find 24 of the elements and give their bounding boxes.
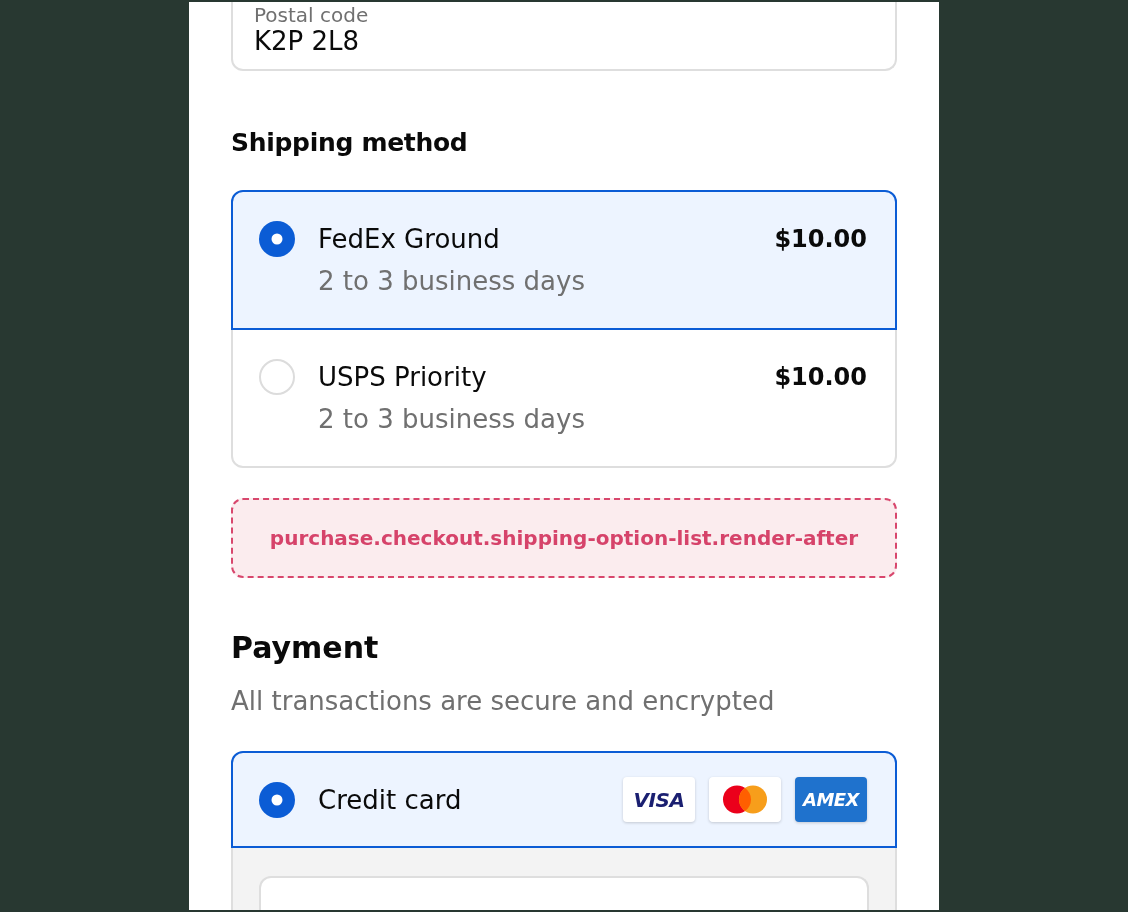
shipping-option[interactable]: USPS Priority 2 to 3 business days $10.00 xyxy=(231,328,897,468)
field-label: Postal code xyxy=(254,4,369,26)
section-subtitle: All transactions are secure and encrypted xyxy=(231,685,775,717)
option-name: FedEx Ground xyxy=(318,224,500,254)
postal-code-field[interactable]: Postal code K2P 2L8 xyxy=(231,2,897,71)
section-heading: Shipping method xyxy=(231,128,468,158)
card-logo: AMEX xyxy=(795,777,867,822)
card-logo: VISA xyxy=(623,777,695,822)
extension-point-notice: purchase.checkout.shipping-option-list.render-after xyxy=(231,498,897,578)
delivery-time: 2 to 3 business days xyxy=(318,404,585,434)
payment-option[interactable]: Credit card VISA AMEX xyxy=(231,751,897,848)
radio-button[interactable] xyxy=(259,781,295,818)
option-name: USPS Priority xyxy=(318,362,487,392)
field-value: K2P 2L8 xyxy=(254,26,360,56)
radio-button[interactable] xyxy=(259,221,295,257)
option-price: $10.00 xyxy=(774,362,867,392)
radio-button[interactable] xyxy=(259,359,295,395)
input-field[interactable] xyxy=(259,876,869,910)
shipping-option[interactable]: FedEx Ground 2 to 3 business days $10.00 xyxy=(231,190,897,330)
section-heading: Payment xyxy=(231,630,379,666)
option-price: $10.00 xyxy=(774,224,867,254)
option-name: Credit card xyxy=(318,784,463,815)
card-brand-icon xyxy=(709,777,781,822)
delivery-time: 2 to 3 business days xyxy=(318,266,585,296)
